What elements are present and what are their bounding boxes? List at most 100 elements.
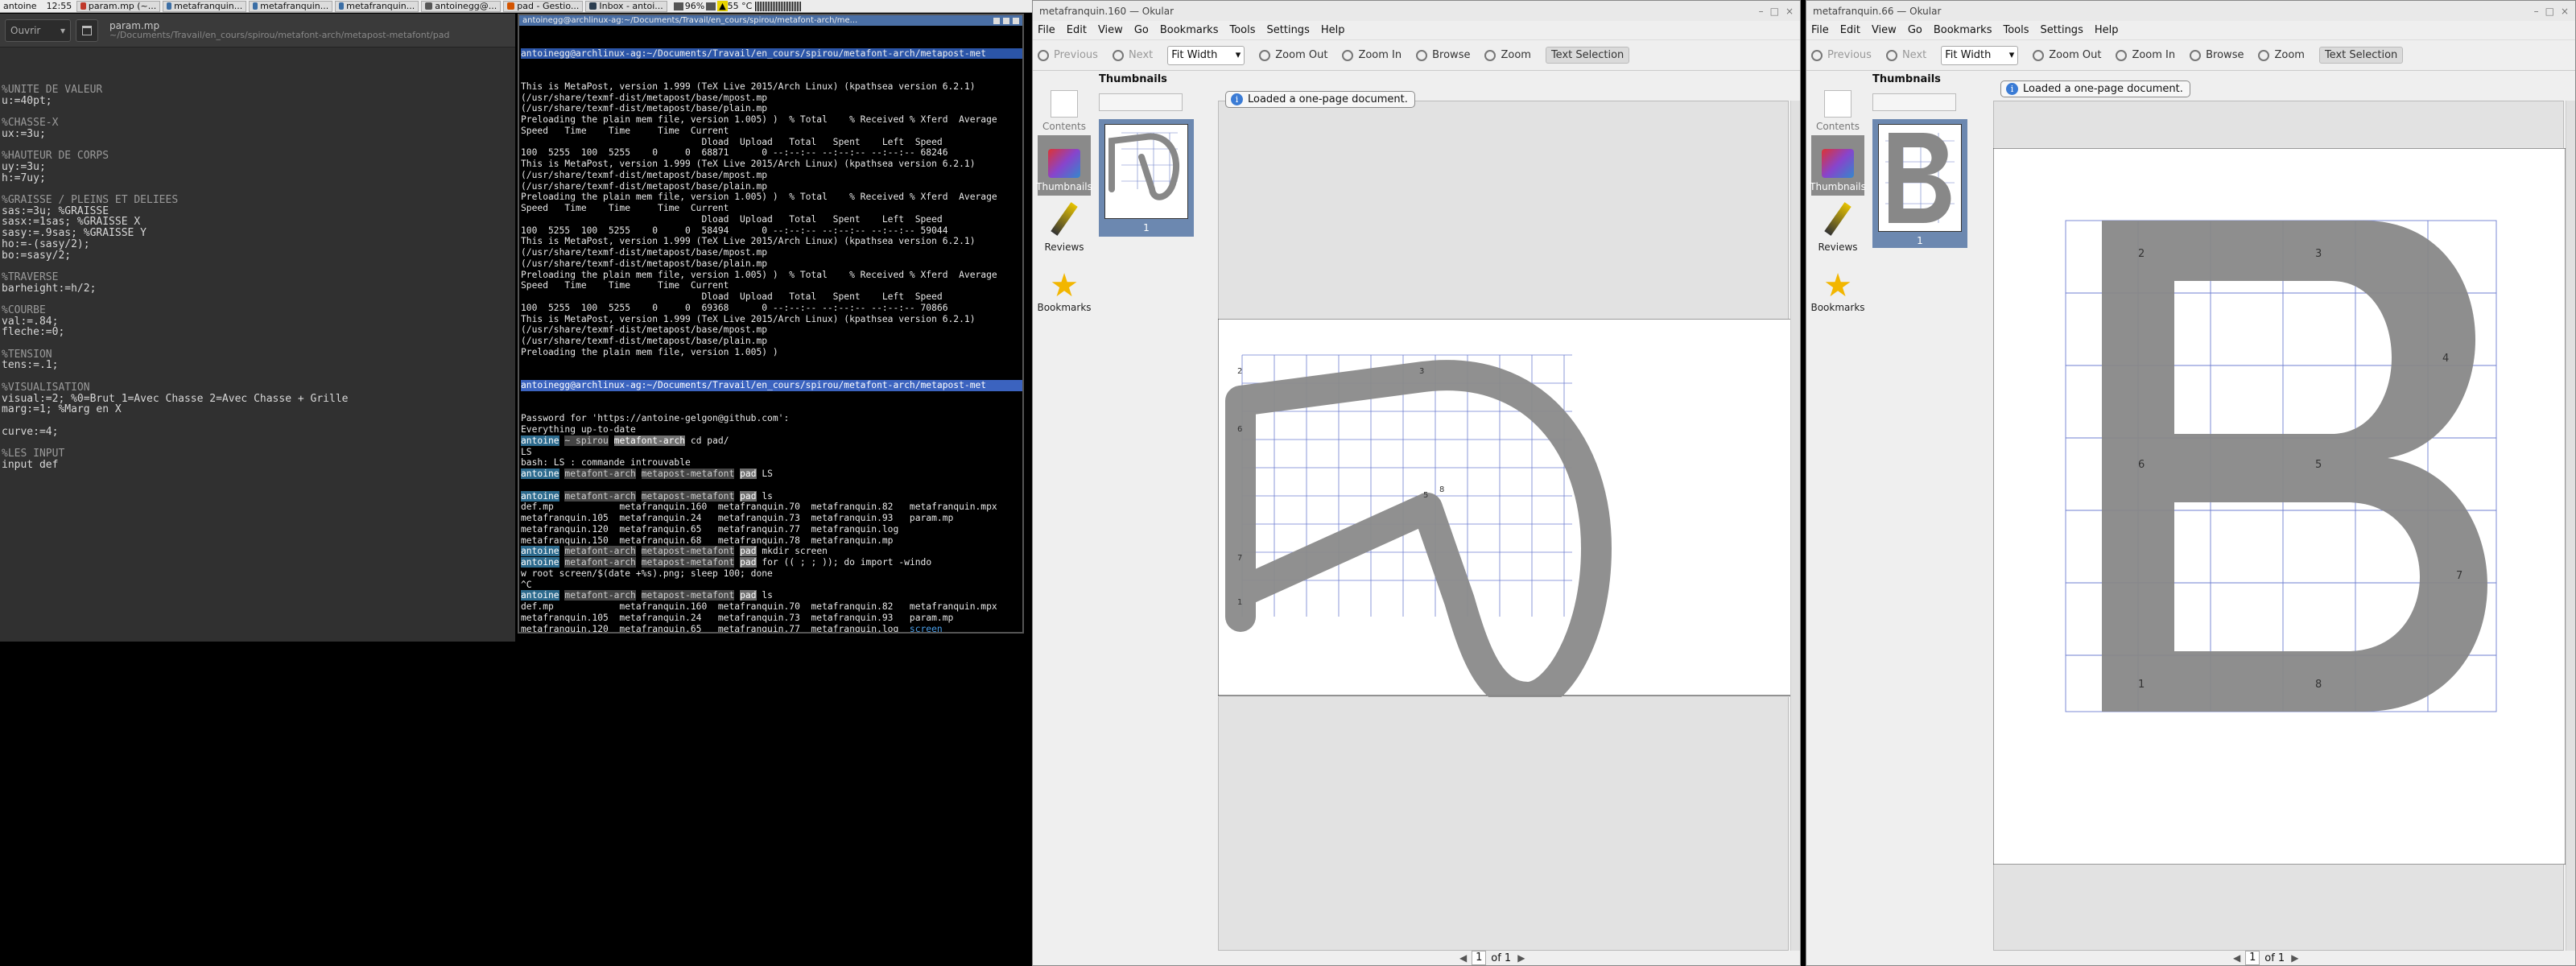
window-controls — [993, 17, 1019, 24]
minimize-icon[interactable]: – — [2534, 6, 2539, 17]
terminal-output[interactable]: antoinegg@archlinux-ag:~/Documents/Trava… — [519, 26, 1022, 632]
page-of-label: of — [1491, 952, 1501, 964]
code-area[interactable]: %UNITE DE VALEUR u:=40pt; %CHASSE-X ux:=3u;… — [0, 47, 515, 470]
open-button[interactable]: Ouvrir ▾ — [5, 19, 71, 42]
window-title: metafranquin.66 — Okular — [1813, 5, 1942, 17]
terminal-title: antoinegg@archlinux-ag:~/Documents/Trava… — [522, 16, 858, 25]
taskbar-task-label: param.mp (~... — [88, 1, 157, 11]
minimize-icon[interactable] — [993, 17, 1000, 24]
page-number-input[interactable]: 1 — [2245, 951, 2260, 965]
terminal-prompt-line: antoine metafont-arch metapost-metafont … — [521, 469, 1022, 480]
menu-edit[interactable]: Edit — [1067, 24, 1087, 36]
sidebar-item-contents[interactable]: Contents — [1811, 75, 1864, 135]
point-label: 2 — [2138, 248, 2145, 260]
previous-page-icon[interactable]: ◀ — [1459, 952, 1467, 964]
menu-view[interactable]: View — [1098, 24, 1123, 36]
maximize-icon[interactable] — [1003, 17, 1009, 24]
taskbar-task[interactable]: param.mp (~... — [76, 0, 161, 12]
close-icon[interactable] — [1013, 17, 1019, 24]
next-page-icon[interactable]: ▶ — [2291, 952, 2298, 964]
thumbnail-page-1[interactable]: 1 — [1872, 119, 1967, 248]
previous-button[interactable]: Previous — [1811, 49, 1872, 61]
taskbar-task[interactable]: metafranquin... — [249, 0, 333, 12]
next-button[interactable]: Next — [1112, 49, 1153, 61]
taskbar-task[interactable]: pad - Gestio... — [503, 0, 584, 12]
menu-bookmarks[interactable]: Bookmarks — [1934, 24, 1992, 36]
text-selection-label: Text Selection — [2324, 49, 2398, 61]
sidebar-item-bookmarks[interactable]: ★ Bookmarks — [1037, 256, 1091, 316]
menu-bookmarks[interactable]: Bookmarks — [1160, 24, 1219, 36]
document-viewport[interactable]: i Loaded a one-page document. 2 3 6 8 1 7… — [1218, 91, 1794, 951]
menu-go[interactable]: Go — [1134, 24, 1149, 36]
terminal-tab[interactable]: antoinegg@archlinux-ag:~/Documents/Trava… — [521, 47, 1022, 60]
taskbar-task[interactable]: metafranquin... — [335, 0, 419, 12]
code-line: %CHASSE-X — [2, 118, 515, 129]
menu-help[interactable]: Help — [1321, 24, 1345, 36]
zoom-tool-button[interactable]: Zoom — [2258, 49, 2305, 61]
menu-edit[interactable]: Edit — [1840, 24, 1860, 36]
menu-file[interactable]: File — [1038, 24, 1055, 36]
previous-button[interactable]: Previous — [1038, 49, 1098, 61]
next-button[interactable]: Next — [1885, 49, 1926, 61]
browse-button[interactable]: Browse — [2190, 49, 2244, 61]
menu-settings[interactable]: Settings — [2041, 24, 2083, 36]
taskbar-task[interactable]: Inbox - antoi... — [585, 0, 667, 12]
terminal-output-text: metafranquin.120 metafranquin.65 metafra… — [521, 623, 910, 633]
terminal-line: ^C — [521, 580, 1022, 591]
menu-go[interactable]: Go — [1908, 24, 1922, 36]
thumbnail-preview — [1878, 124, 1962, 232]
close-icon[interactable]: × — [1785, 6, 1794, 17]
sidebar-item-thumbnails[interactable]: Thumbnails — [1036, 135, 1092, 196]
thumbnail-page-1[interactable]: 1 — [1099, 119, 1194, 237]
zoom-select[interactable]: Fit Width ▾ — [1167, 45, 1245, 65]
menu-help[interactable]: Help — [2095, 24, 2119, 36]
terminal-tab-active[interactable]: antoinegg@archlinux-ag:~/Documents/Trava… — [521, 380, 1022, 391]
zoom-tool-button[interactable]: Zoom — [1484, 49, 1531, 61]
close-icon[interactable]: × — [2561, 6, 2569, 17]
next-page-icon[interactable]: ▶ — [1517, 952, 1525, 964]
page-canvas: 2 3 4 6 5 7 1 8 — [1993, 148, 2566, 865]
taskbar-task[interactable]: metafranquin... — [163, 0, 247, 12]
sidebar-item-reviews[interactable]: Reviews — [1038, 196, 1091, 256]
app-icon — [589, 2, 597, 10]
text-selection-button[interactable]: Text Selection — [1545, 47, 1630, 64]
menu-file[interactable]: File — [1811, 24, 1829, 36]
vertical-scrollbar[interactable] — [2566, 101, 2575, 951]
sidebar-item-thumbnails[interactable]: Thumbnails — [1810, 135, 1866, 196]
maximize-icon[interactable]: □ — [2545, 6, 2554, 17]
menu-tools[interactable]: Tools — [1229, 24, 1255, 36]
sidebar-item-reviews[interactable]: Reviews — [1811, 196, 1864, 256]
vertical-scrollbar[interactable] — [1790, 101, 1800, 951]
menu-tools[interactable]: Tools — [2003, 24, 2029, 36]
minimize-icon[interactable]: – — [1759, 6, 1764, 17]
browse-button[interactable]: Browse — [1416, 49, 1470, 61]
zoom-in-button[interactable]: Zoom In — [2116, 49, 2175, 61]
zoom-out-button[interactable]: Zoom Out — [1259, 49, 1327, 61]
app-icon — [253, 2, 258, 10]
app-icon — [425, 2, 433, 10]
prompt-segment: pad — [740, 546, 757, 557]
document-viewport[interactable]: i Loaded a one-page document. 2 3 4 6 5 7… — [1993, 80, 2566, 951]
menu-view[interactable]: View — [1872, 24, 1897, 36]
zoom-out-button[interactable]: Zoom Out — [2033, 49, 2101, 61]
thumbnail-search-input[interactable] — [1872, 93, 1956, 111]
page-number-input[interactable]: 1 — [1472, 951, 1487, 965]
zoom-tool-label: Zoom — [2274, 49, 2305, 61]
zoom-select[interactable]: Fit Width ▾ — [1941, 45, 2019, 65]
new-document-button[interactable] — [76, 19, 98, 42]
sidebar-item-contents[interactable]: Contents — [1038, 75, 1091, 135]
terminal-line: (/usr/share/texmf-dist/metapost/base/pla… — [521, 336, 768, 346]
maximize-icon[interactable]: □ — [1770, 6, 1779, 17]
menu-settings[interactable]: Settings — [1267, 24, 1310, 36]
volume-icon[interactable] — [706, 2, 716, 10]
taskbar-task[interactable]: antoinegg@... — [421, 0, 502, 12]
sidebar-item-bookmarks[interactable]: ★ Bookmarks — [1810, 256, 1864, 316]
zoom-in-icon — [2116, 49, 2128, 61]
zoom-in-button[interactable]: Zoom In — [1342, 49, 1402, 61]
thumbnails-header: Thumbnails — [1099, 73, 1167, 85]
thumbnail-search-input[interactable] — [1099, 93, 1183, 111]
previous-page-icon[interactable]: ◀ — [2233, 952, 2240, 964]
text-selection-button[interactable]: Text Selection — [2318, 47, 2404, 64]
network-icon[interactable] — [673, 2, 683, 10]
